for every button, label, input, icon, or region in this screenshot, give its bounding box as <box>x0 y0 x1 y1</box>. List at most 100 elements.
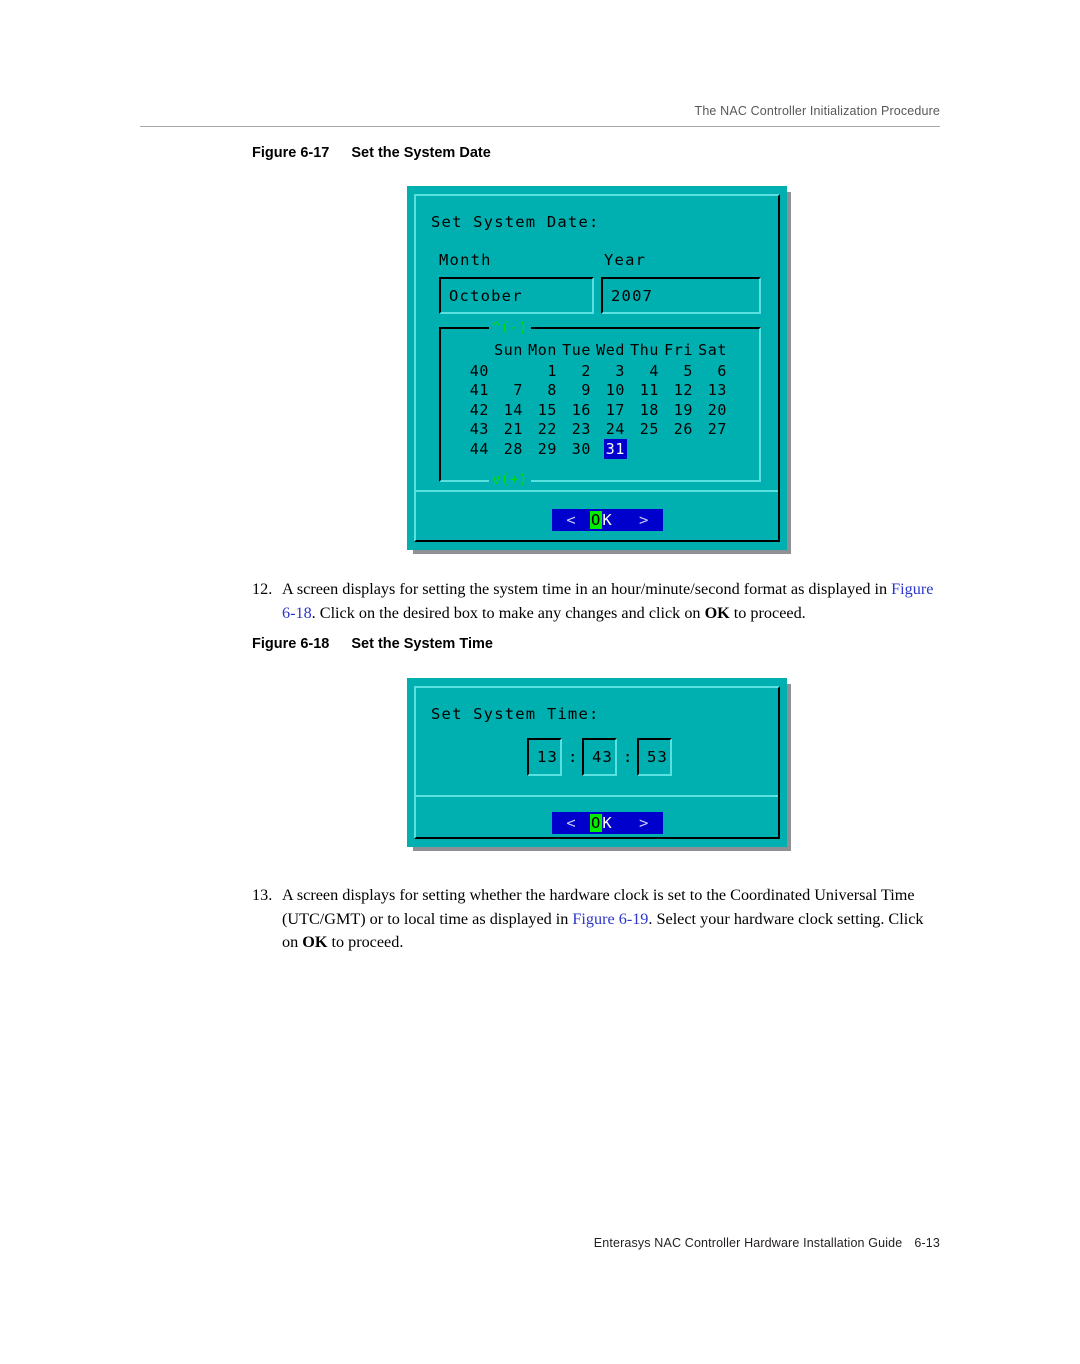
time-dialog-title: Set System Time: <box>431 705 600 723</box>
step-12-body: A screen displays for setting the system… <box>282 578 942 625</box>
document-page: The NAC Controller Initialization Proced… <box>0 0 1080 1364</box>
time-separator-2: : <box>623 748 633 766</box>
calendar-day[interactable]: 25 <box>625 420 659 440</box>
calendar-day[interactable]: 1 <box>523 361 557 381</box>
date-ok-rest: K <box>602 511 613 529</box>
date-dialog-title: Set System Date: <box>431 213 600 231</box>
calendar-day[interactable]: 8 <box>523 381 557 401</box>
time-separator-1: : <box>568 748 578 766</box>
step-13-body: A screen displays for setting whether th… <box>282 884 942 955</box>
calendar-header-sat: Sat <box>698 340 727 359</box>
time-ok-hotkey: O <box>590 814 603 832</box>
time-ok-label[interactable]: OK <box>590 812 625 834</box>
running-header: The NAC Controller Initialization Proced… <box>694 104 940 118</box>
calendar-day[interactable]: 9 <box>557 381 591 401</box>
calendar-week-row: 40 1 2 3 4 5 6 <box>449 361 727 381</box>
calendar-header-tue: Tue <box>562 340 591 359</box>
time-ok-button[interactable]: < OK > <box>552 812 663 834</box>
calendar-day[interactable]: 28 <box>489 439 523 459</box>
figure-title: Set the System Date <box>351 145 491 161</box>
calendar-day-selected[interactable]: 31 <box>603 438 627 459</box>
calendar-week-row: 41 7 8 9 10 11 12 13 <box>449 381 727 401</box>
calendar-day[interactable]: 21 <box>489 420 523 440</box>
calendar-header-wed: Wed <box>596 340 625 359</box>
time-next-arrow-icon[interactable]: > <box>624 812 663 834</box>
calendar-week-number: 43 <box>469 420 489 439</box>
calendar-day[interactable]: 30 <box>557 439 591 459</box>
calendar-day[interactable]: 19 <box>659 400 693 420</box>
calendar-header-thu: Thu <box>630 340 659 359</box>
scroll-down-icon[interactable]: v(+) <box>489 472 531 488</box>
calendar-week-number: 44 <box>469 439 489 458</box>
calendar-day[interactable]: 27 <box>693 420 727 440</box>
date-ok-hotkey: O <box>590 511 603 529</box>
calendar-day[interactable]: 16 <box>557 400 591 420</box>
calendar-day[interactable]: 6 <box>693 361 727 381</box>
month-input[interactable]: October <box>439 277 594 314</box>
time-prev-arrow-icon[interactable]: < <box>552 812 590 834</box>
calendar-day[interactable]: 3 <box>591 361 625 381</box>
scroll-up-icon[interactable]: ^(-) <box>489 320 531 336</box>
set-system-date-dialog: Set System Date: Month Year October 2007… <box>407 186 787 550</box>
step-12-text-2: . Click on the desired box to make any c… <box>311 603 705 622</box>
step-13-xref[interactable]: Figure 6-19 <box>572 910 648 928</box>
calendar-week-row: 44 28 29 30 31 <box>449 438 727 459</box>
calendar-day-empty <box>659 439 693 459</box>
calendar-day[interactable]: 14 <box>489 400 523 420</box>
date-next-arrow-icon[interactable]: > <box>624 509 663 531</box>
step-12-text-1: A screen displays for setting the system… <box>282 580 892 598</box>
calendar-day[interactable]: 29 <box>523 439 557 459</box>
date-prev-arrow-icon[interactable]: < <box>552 509 590 531</box>
date-ok-label[interactable]: OK <box>590 509 625 531</box>
calendar-day[interactable]: 26 <box>659 420 693 440</box>
year-input[interactable]: 2007 <box>601 277 761 314</box>
calendar-day[interactable]: 18 <box>625 400 659 420</box>
calendar-day[interactable]: 4 <box>625 361 659 381</box>
calendar-day[interactable]: 5 <box>659 361 693 381</box>
step-13-text-3: to proceed. <box>327 933 404 951</box>
time-ok-rest: K <box>602 814 613 832</box>
time-dialog-separator <box>416 795 778 797</box>
second-input[interactable]: 53 <box>637 738 672 776</box>
calendar-day-empty <box>625 439 659 459</box>
figure-number: Figure 6-17 <box>252 145 330 161</box>
calendar-day-empty <box>693 439 727 459</box>
year-input-value: 2007 <box>611 286 654 305</box>
step-12-number: 12. <box>252 580 273 598</box>
calendar-day[interactable]: 17 <box>591 400 625 420</box>
calendar-day[interactable]: 2 <box>557 361 591 381</box>
calendar-week-row: 42 14 15 16 17 18 19 20 <box>449 400 727 420</box>
page-footer: Enterasys NAC Controller Hardware Instal… <box>140 1236 940 1250</box>
calendar-day[interactable]: 22 <box>523 420 557 440</box>
date-ok-button[interactable]: < OK > <box>552 509 663 531</box>
calendar-week-number: 42 <box>469 400 489 419</box>
calendar-day[interactable]: 10 <box>591 381 625 401</box>
date-dialog-separator <box>416 490 778 492</box>
calendar-day[interactable]: 12 <box>659 381 693 401</box>
calendar-day[interactable]: 24 <box>591 420 625 440</box>
calendar-header-fri: Fri <box>664 340 693 359</box>
calendar-day[interactable]: 23 <box>557 420 591 440</box>
calendar-day[interactable]: 15 <box>523 400 557 420</box>
figure-title-2: Set the System Time <box>351 636 493 652</box>
calendar-body: 40 1 2 3 4 5 6 41 7 8 9 10 11 12 13 42 14 15 16 17 18 19 20 43 2… <box>449 361 727 459</box>
calendar-day[interactable]: 11 <box>625 381 659 401</box>
calendar-day[interactable]: 31 <box>591 438 627 459</box>
calendar-week-row: 43 21 22 23 24 25 26 27 <box>449 420 727 440</box>
calendar-day[interactable]: 13 <box>693 381 727 401</box>
calendar-header-sun: Sun <box>494 340 523 359</box>
month-input-value: October <box>449 286 523 305</box>
minute-input[interactable]: 43 <box>582 738 617 776</box>
calendar-day-empty <box>489 361 523 381</box>
step-12-text-3: to proceed. <box>729 603 806 622</box>
hour-input[interactable]: 13 <box>527 738 562 776</box>
calendar-header-row: Sun Mon Tue Wed Thu Fri Sat <box>449 339 727 361</box>
calendar-day[interactable]: 20 <box>693 400 727 420</box>
minute-input-value: 43 <box>592 748 614 766</box>
step-13-number: 13. <box>252 886 273 904</box>
calendar-day[interactable]: 7 <box>489 381 523 401</box>
hour-input-value: 13 <box>537 748 559 766</box>
calendar-week-number: 40 <box>469 361 489 380</box>
figure-number-2: Figure 6-18 <box>252 636 330 652</box>
calendar-week-number: 41 <box>469 381 489 400</box>
